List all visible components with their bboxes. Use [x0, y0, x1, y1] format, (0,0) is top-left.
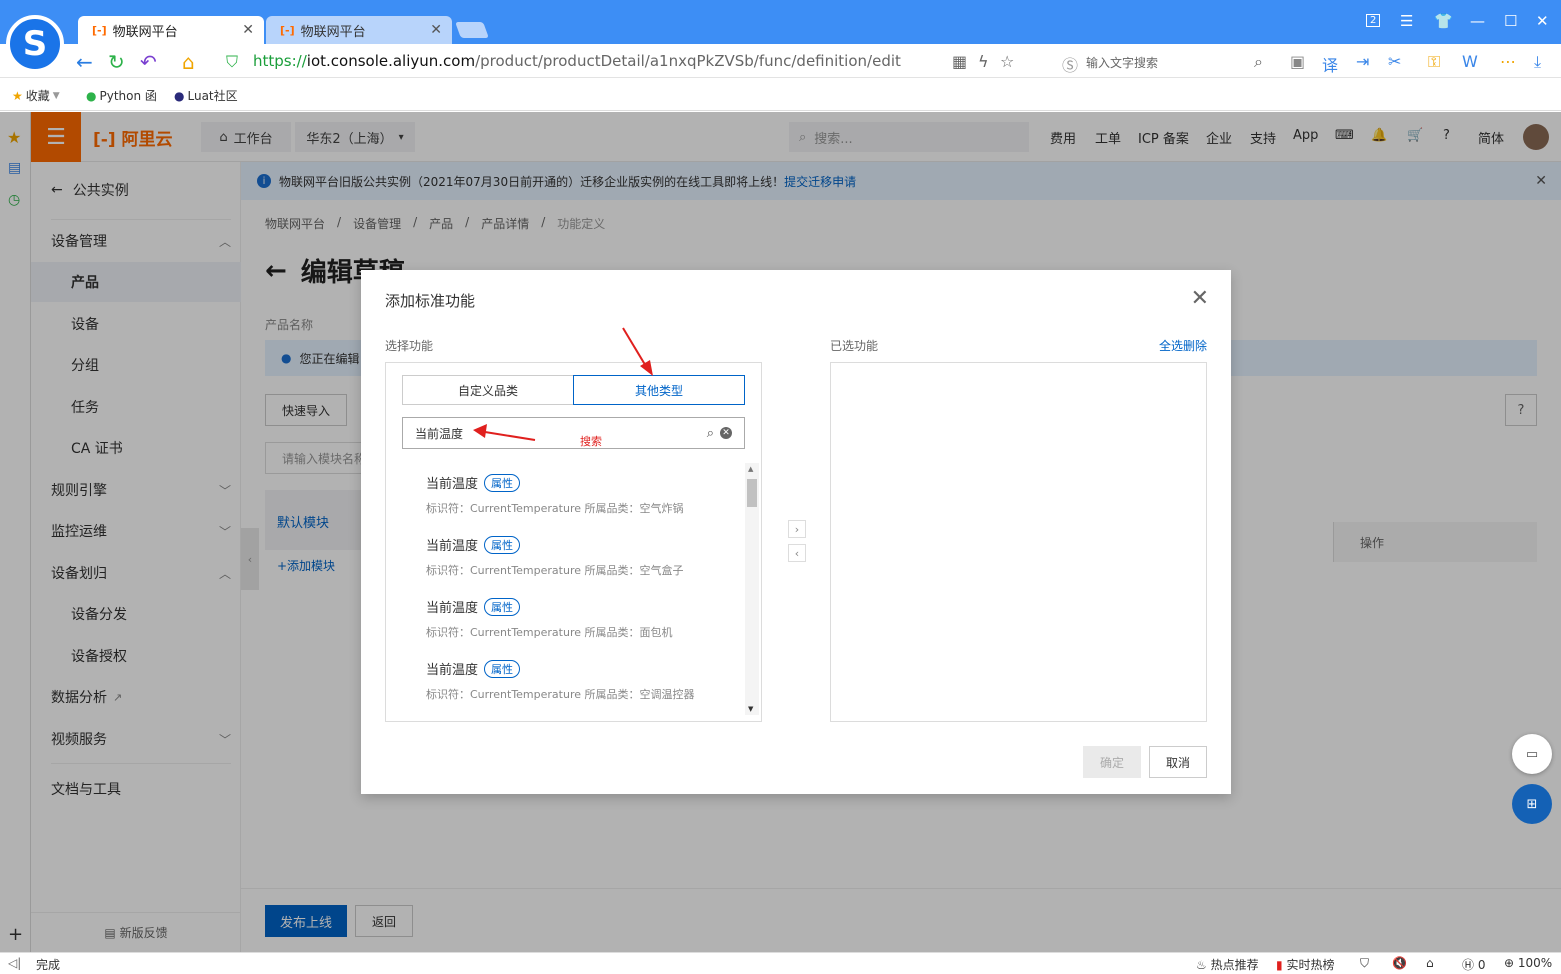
qrcode-icon[interactable]: ▦: [952, 52, 967, 71]
realtime-rank[interactable]: ▮ 实时热榜: [1276, 956, 1334, 973]
list-item[interactable]: 当前温度 属性 标识符：CurrentTemperature 所属品类：空调温控器: [426, 659, 746, 702]
hd-icon: Ⓗ: [1462, 958, 1475, 972]
function-search-input[interactable]: 当前温度 ⌕ ✕: [402, 417, 745, 449]
select-all-delete-link[interactable]: 全选删除: [1159, 337, 1207, 354]
chart-icon: ▮: [1276, 958, 1283, 972]
sidebar-toggle-icon[interactable]: ◁|: [8, 956, 21, 970]
url-field[interactable]: https://iot.console.aliyun.com/product/p…: [253, 52, 901, 70]
scissors-icon[interactable]: ✂: [1388, 52, 1401, 71]
attribute-tag: 属性: [484, 535, 521, 554]
add-standard-function-dialog: 添加标准功能 ✕ 选择功能 已选功能 全选删除 自定义品类 其他类型 当前温度 …: [361, 270, 1231, 794]
close-tab-icon[interactable]: ✕: [430, 22, 442, 38]
bookmarks-bar: ★ 收藏 ▼ ● Python 函 ● Luat社区: [0, 79, 1561, 111]
lightning-icon[interactable]: ϟ: [978, 52, 989, 71]
search-icon[interactable]: ⌕: [1254, 52, 1263, 72]
function-picker-panel: 自定义品类 其他类型 当前温度 ⌕ ✕ 当前温度 属性 标识符：CurrentTe…: [385, 362, 762, 722]
clear-icon[interactable]: ✕: [720, 427, 732, 439]
apps-grid-icon[interactable]: ⊞: [1512, 784, 1552, 824]
tab-count-badge[interactable]: 2: [1366, 14, 1381, 27]
address-bar: ← ↻ ↶ ⌂ ⛉ https://iot.console.aliyun.com…: [0, 44, 1561, 78]
new-tab-button[interactable]: [455, 22, 489, 38]
close-tab-icon[interactable]: ✕: [242, 22, 254, 38]
tab-other-types[interactable]: 其他类型: [573, 375, 745, 405]
list-item[interactable]: 当前温度 属性 标识符：CurrentTemperature 所属品类：空气盒子: [426, 535, 746, 578]
star-icon: ★: [12, 88, 23, 103]
tab-custom-category[interactable]: 自定义品类: [402, 375, 574, 405]
search-annotation: 搜索: [580, 435, 602, 448]
chat-icon[interactable]: ▭: [1512, 734, 1552, 774]
select-function-label: 选择功能: [385, 339, 434, 353]
list-item[interactable]: 当前温度 属性 标识符：CurrentTemperature 所属品类：面包机: [426, 597, 746, 640]
tab-title: 物联网平台: [300, 24, 366, 40]
browser-status-bar: ◁| 完成 ♨ 热点推荐 ▮ 实时热榜 ⛉ 🔇 ⌂ Ⓗ 0 ⊕ 100%: [0, 952, 1561, 974]
mute-icon[interactable]: 🔇: [1392, 956, 1407, 970]
python-icon: ●: [86, 88, 97, 103]
login-icon[interactable]: ⇥: [1356, 52, 1369, 71]
zoom-icon: ⊕: [1504, 956, 1515, 970]
close-icon[interactable]: ✕: [1191, 286, 1209, 311]
browser-logo-icon: S: [6, 15, 64, 73]
extension-icon[interactable]: ▣: [1290, 52, 1305, 71]
secure-shield-icon: ⛉: [226, 52, 239, 71]
back-icon[interactable]: ←: [76, 50, 93, 74]
attribute-tag: 属性: [484, 597, 521, 616]
download-icon[interactable]: ⤓: [1534, 52, 1541, 72]
attribute-tag: 属性: [484, 659, 521, 678]
scroll-up-icon[interactable]: ▲: [748, 465, 753, 473]
hot-recommend[interactable]: ♨ 热点推荐: [1196, 956, 1259, 973]
scroll-thumb[interactable]: [747, 479, 757, 507]
reload-icon[interactable]: ↻: [108, 50, 125, 74]
cancel-button[interactable]: 取消: [1149, 746, 1207, 778]
more-icon[interactable]: ⋯: [1500, 52, 1516, 71]
bookmark-python[interactable]: ● Python 函: [86, 87, 157, 104]
star-icon[interactable]: ☆: [1000, 52, 1014, 71]
home-icon[interactable]: ⌂: [182, 50, 195, 74]
browser-tab-2[interactable]: [-] 物联网平台 ✕: [266, 16, 452, 44]
dialog-title: 添加标准功能: [385, 292, 476, 310]
list-item[interactable]: 当前温度 属性 标识符：CurrentTemperature 所属品类：空气炸锅: [426, 473, 746, 516]
undo-icon[interactable]: ↶: [140, 50, 157, 74]
move-left-button[interactable]: ‹: [788, 544, 806, 562]
skin-icon[interactable]: 👕: [1434, 12, 1453, 30]
aliyun-favicon-icon: [-]: [92, 23, 107, 37]
key-icon[interactable]: ⚿: [1428, 52, 1440, 72]
move-right-button[interactable]: ›: [788, 520, 806, 538]
search-engine-icon: Ⓢ: [1062, 56, 1079, 75]
status-text: 完成: [36, 958, 61, 972]
close-window-icon[interactable]: ✕: [1536, 12, 1549, 30]
browser-tab-active[interactable]: [-] 物联网平台 ✕: [78, 16, 264, 44]
scroll-down-icon[interactable]: ▼: [748, 705, 753, 713]
word-icon[interactable]: W: [1462, 52, 1478, 71]
zoom-level[interactable]: ⊕ 100%: [1504, 956, 1552, 970]
luat-icon: ●: [174, 88, 185, 103]
lock-icon[interactable]: ⌂: [1426, 956, 1434, 970]
hd-counter[interactable]: Ⓗ 0: [1462, 956, 1485, 973]
minimize-icon[interactable]: —: [1470, 12, 1485, 30]
search-icon[interactable]: ⌕: [707, 426, 714, 441]
selected-function-label: 已选功能: [830, 339, 879, 353]
maximize-icon[interactable]: ☐: [1504, 12, 1517, 30]
fire-icon: ♨: [1196, 958, 1207, 972]
translate-icon[interactable]: 译: [1322, 52, 1338, 76]
shield-icon[interactable]: ⛉: [1360, 956, 1369, 971]
confirm-button[interactable]: 确定: [1083, 746, 1141, 778]
list-scrollbar[interactable]: ▲ ▼: [745, 463, 759, 715]
browser-search-input[interactable]: 输入文字搜索: [1086, 54, 1158, 71]
chevron-down-icon: ▼: [52, 90, 60, 101]
attribute-tag: 属性: [484, 473, 521, 492]
tab-title: 物联网平台: [112, 24, 178, 40]
menu-icon[interactable]: ☰: [1400, 12, 1413, 30]
browser-tab-bar: [-] 物联网平台 ✕ [-] 物联网平台 ✕ 2 ☰ 👕 — ☐ ✕: [0, 0, 1561, 44]
aliyun-favicon-icon: [-]: [280, 23, 295, 37]
bookmark-favorites[interactable]: ★ 收藏 ▼: [12, 87, 60, 104]
bookmark-luat[interactable]: ● Luat社区: [174, 87, 238, 104]
selected-function-panel: [830, 362, 1207, 722]
